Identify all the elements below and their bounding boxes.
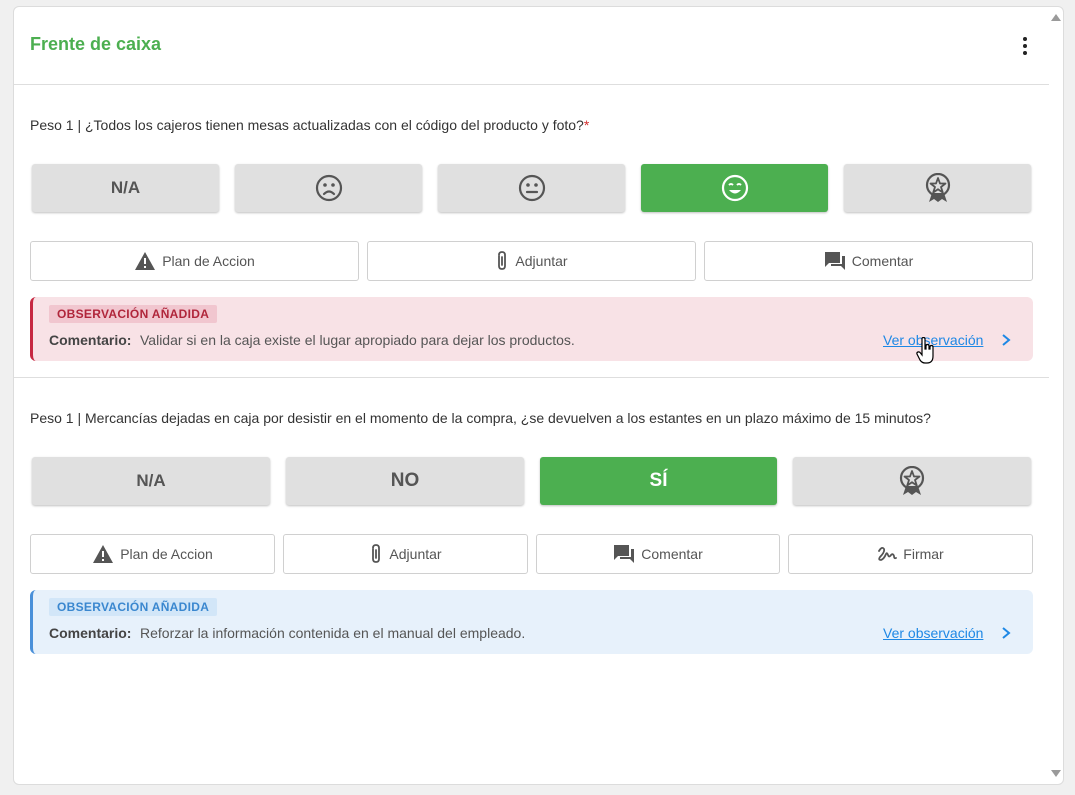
option-si[interactable]: SÍ	[540, 457, 777, 505]
happy-face-icon	[721, 174, 748, 202]
observation-panel: OBSERVACIÓN AÑADIDA Comentario: Reforzar…	[30, 590, 1033, 654]
comentar-button[interactable]: Comentar	[704, 241, 1033, 281]
comment-label: Comentario:	[49, 332, 132, 348]
action-label: Comentar	[851, 253, 914, 269]
paperclip-icon	[372, 544, 381, 563]
comment-label: Comentario:	[49, 625, 132, 641]
medal-star-icon	[899, 466, 925, 495]
comment-text: Validar si en la caja existe el lugar ap…	[140, 332, 575, 348]
question-2-text: Peso 1 | Mercancías dejadas en caja por …	[30, 410, 931, 426]
option-sad[interactable]	[235, 164, 422, 212]
action-label: Plan de Accion	[162, 253, 255, 269]
observation-panel: OBSERVACIÓN AÑADIDA Comentario: Validar …	[30, 297, 1033, 361]
option-label: SÍ	[649, 470, 668, 491]
action-label: Adjuntar	[389, 546, 442, 562]
more-vertical-icon[interactable]	[1018, 37, 1032, 55]
neutral-face-icon	[518, 174, 545, 202]
option-happy[interactable]	[641, 164, 828, 212]
comment-icon	[614, 545, 635, 563]
warning-icon	[93, 545, 114, 563]
plan-de-accion-button[interactable]: Plan de Accion	[30, 534, 275, 574]
adjuntar-button[interactable]: Adjuntar	[367, 241, 696, 281]
option-na[interactable]: N/A	[32, 164, 219, 212]
chevron-right-icon[interactable]	[999, 625, 1013, 641]
option-medal[interactable]	[844, 164, 1031, 212]
comment-text: Reforzar la información contenida en el …	[140, 625, 526, 641]
medal-star-icon	[925, 173, 950, 202]
observation-badge: OBSERVACIÓN AÑADIDA	[49, 305, 218, 323]
required-mark: *	[583, 117, 590, 133]
section-header: Frente de caixa	[14, 7, 1049, 85]
signature-icon	[878, 546, 898, 561]
option-label: N/A	[136, 471, 166, 490]
firmar-button[interactable]: Firmar	[788, 534, 1033, 574]
comment-icon	[824, 252, 845, 270]
hand-cursor-icon	[916, 337, 934, 364]
action-label: Adjuntar	[515, 253, 568, 269]
option-na[interactable]: N/A	[32, 457, 270, 505]
ver-observacion-link[interactable]: Ver observación	[883, 625, 983, 641]
scrollbar[interactable]	[1048, 8, 1064, 778]
warning-icon	[135, 252, 156, 270]
question-1-text: Peso 1 | ¿Todos los cajeros tienen mesas…	[30, 117, 590, 133]
comentar-button[interactable]: Comentar	[536, 534, 780, 574]
action-label: Firmar	[903, 546, 944, 562]
scroll-down-arrow-icon[interactable]	[1051, 770, 1061, 777]
divider	[14, 377, 1049, 378]
sad-face-icon	[315, 174, 342, 202]
plan-de-accion-button[interactable]: Plan de Accion	[30, 241, 359, 281]
action-label: Comentar	[641, 546, 703, 562]
option-neutral[interactable]	[438, 164, 625, 212]
scroll-up-arrow-icon[interactable]	[1051, 14, 1061, 21]
paperclip-icon	[498, 251, 507, 270]
action-label: Plan de Accion	[120, 546, 213, 562]
option-label: NO	[390, 470, 420, 491]
adjuntar-button[interactable]: Adjuntar	[283, 534, 528, 574]
option-medal[interactable]	[793, 457, 1031, 505]
section-title: Frente de caixa	[30, 34, 162, 54]
observation-badge: OBSERVACIÓN AÑADIDA	[49, 598, 218, 616]
checklist-card: Frente de caixa Peso 1 | ¿Todos los caje…	[13, 6, 1064, 785]
option-no[interactable]: NO	[286, 457, 524, 505]
option-label: N/A	[110, 178, 141, 197]
chevron-right-icon[interactable]	[999, 332, 1013, 348]
